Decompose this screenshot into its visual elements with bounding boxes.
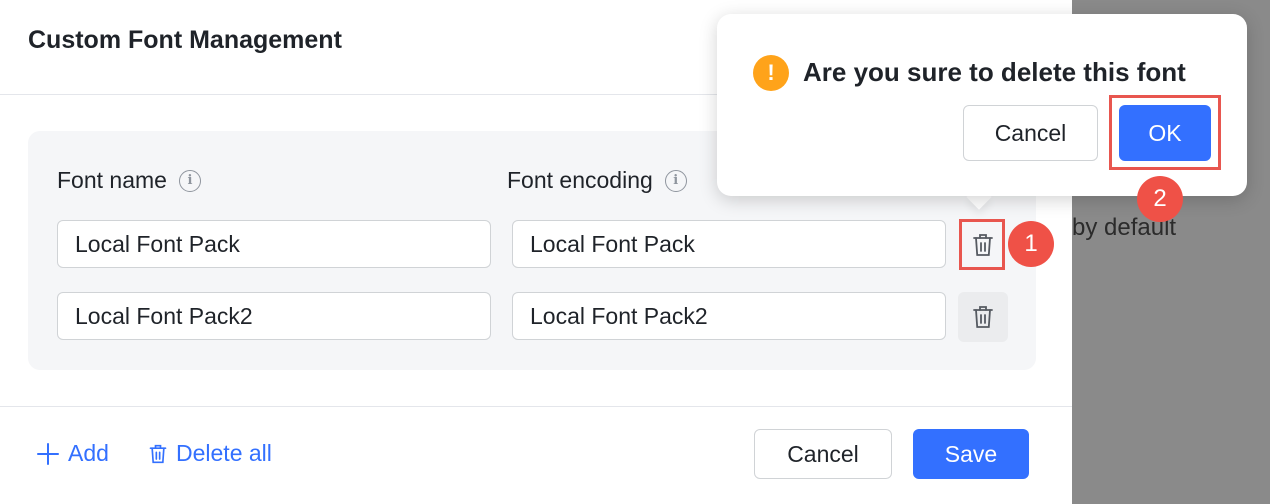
add-font-button[interactable]: Add (36, 440, 109, 467)
trash-icon (973, 306, 993, 328)
annotation-highlight-box (1109, 95, 1221, 170)
font-name-column-label: Font name i (57, 167, 201, 194)
exclamation-circle-icon: ! (753, 55, 789, 91)
font-encoding-input[interactable]: Local Font Pack2 (512, 292, 946, 340)
dialog-title: Custom Font Management (28, 26, 342, 54)
annotation-step-2-badge: 2 (1137, 176, 1183, 222)
delete-row-button[interactable] (958, 292, 1008, 342)
font-name-label: Font name (57, 167, 167, 193)
plus-icon (37, 442, 59, 465)
info-icon[interactable]: i (664, 169, 687, 192)
annotation-step-1-badge: 1 (1008, 221, 1054, 267)
popover-cancel-button[interactable]: Cancel (963, 105, 1098, 161)
font-encoding-label: Font encoding (507, 167, 653, 193)
info-icon[interactable]: i (178, 169, 201, 192)
annotation-highlight-box (959, 219, 1005, 270)
font-encoding-column-label: Font encoding i (507, 167, 687, 194)
cancel-button[interactable]: Cancel (754, 429, 892, 479)
save-button[interactable]: Save (913, 429, 1029, 479)
trash-icon (149, 444, 167, 463)
divider (0, 406, 1072, 407)
font-encoding-input[interactable]: Local Font Pack (512, 220, 946, 268)
add-label: Add (68, 440, 109, 466)
delete-all-label: Delete all (176, 440, 272, 466)
font-name-input[interactable]: Local Font Pack2 (57, 292, 491, 340)
delete-all-button[interactable]: Delete all (148, 440, 272, 467)
confirm-message: Are you sure to delete this font (803, 57, 1186, 87)
font-name-input[interactable]: Local Font Pack (57, 220, 491, 268)
